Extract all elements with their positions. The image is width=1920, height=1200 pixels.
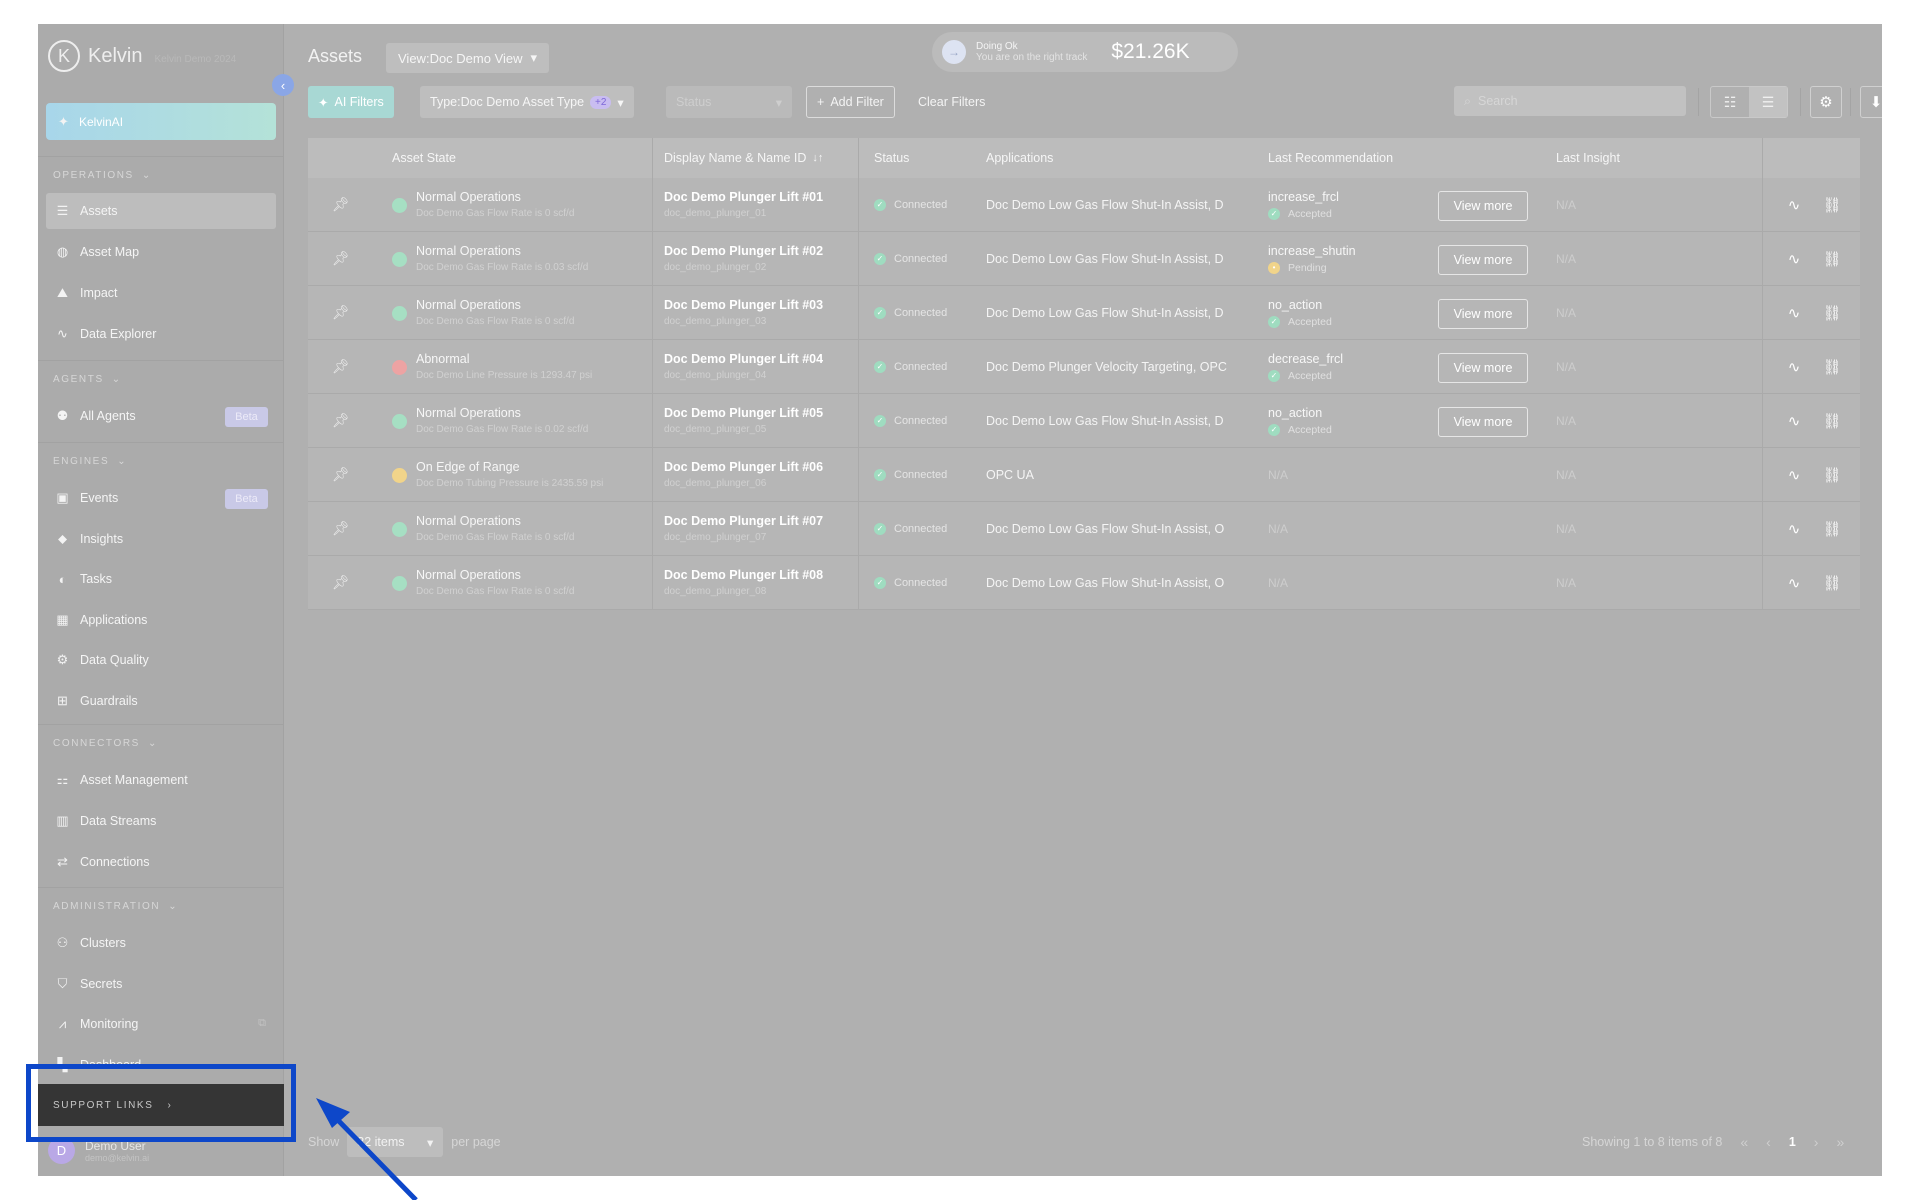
annotation-arrow-icon [316, 1098, 418, 1200]
